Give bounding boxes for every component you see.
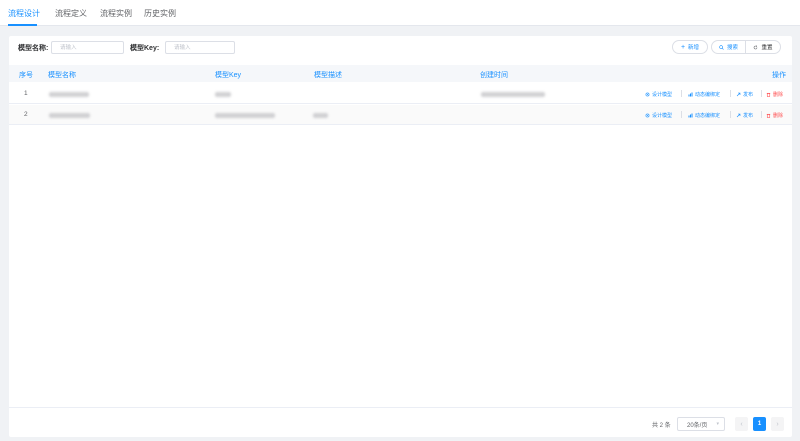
chevron-down-icon: ▾ [716,421,719,427]
publish-link[interactable]: 发布 [736,91,753,98]
redacted-model-name [49,113,90,118]
delete-link[interactable]: 删除 [766,112,783,119]
action-divider [730,111,731,118]
redacted-created-time [481,92,545,97]
bar-chart-icon [688,92,693,97]
action-divider [730,90,731,97]
redacted-model-key [215,113,275,118]
redacted-model-name [49,92,89,97]
action-divider [761,90,762,97]
action-divider [761,111,762,118]
column-header-model-name: 模型名称 [48,72,76,79]
model-name-label: 模型名称: [18,45,49,52]
pagination-total: 共 2 条 [652,423,671,429]
bar-chart-icon [688,113,693,118]
row-index: 1 [24,90,28,97]
tab-process-design[interactable]: 流程设计 [8,8,40,19]
footer-divider [9,407,792,408]
tab-process-instance[interactable]: 流程实例 [100,8,132,19]
plus-icon: + [680,43,686,51]
tab-bar: 流程设计 流程定义 流程实例 历史实例 [0,0,800,26]
next-page-button[interactable]: › [771,417,784,431]
column-header-model-description: 模型描述 [314,72,342,79]
model-key-label: 模型Key: [130,45,160,52]
add-button-label: 新增 [688,45,700,51]
search-button[interactable]: 搜索 [711,40,746,54]
page-size-select[interactable]: 20条/页 ▾ [677,417,725,431]
page-number-current[interactable]: 1 [753,417,766,431]
column-header-actions: 操作 [772,72,786,79]
active-tab-indicator [8,24,37,26]
redacted-model-key [215,92,231,97]
search-button-label: 搜索 [726,45,738,51]
refresh-icon [754,44,758,49]
redacted-model-description [313,113,328,118]
publish-label: 发布 [743,113,754,119]
design-model-label: 设计模型 [652,113,673,119]
publish-link[interactable]: 发布 [736,112,753,119]
dynamic-binding-label: 动态编绑定 [695,92,721,98]
share-icon [736,113,741,118]
gear-icon [645,92,650,97]
add-button[interactable]: + 新增 [672,40,708,54]
table-header: 序号 模型名称 模型Key 模型描述 创建时间 操作 [9,65,792,82]
share-icon [736,92,741,97]
table-row: 2 设计模型 动态编绑定 发布 删除 [9,105,792,125]
tab-process-definition[interactable]: 流程定义 [55,8,87,19]
model-name-input[interactable] [51,41,124,54]
design-model-label: 设计模型 [652,92,673,98]
action-divider [681,111,682,118]
tab-history-instance[interactable]: 历史实例 [144,8,176,19]
column-header-index: 序号 [19,72,33,79]
column-header-created-time: 创建时间 [480,72,508,79]
table-row: 1 设计模型 动态编绑定 发布 删除 [9,84,792,104]
dynamic-binding-link[interactable]: 动态编绑定 [688,112,720,119]
gear-icon [645,113,650,118]
design-model-link[interactable]: 设计模型 [645,91,672,98]
trash-icon [766,92,771,97]
reset-button[interactable]: 重置 [746,40,781,54]
dynamic-binding-label: 动态编绑定 [695,113,721,119]
column-header-model-key: 模型Key [215,72,242,79]
publish-label: 发布 [743,92,754,98]
delete-label: 删除 [773,113,784,119]
delete-label: 删除 [773,92,784,98]
reset-button-label: 重置 [761,45,773,51]
search-icon [719,44,724,50]
main-card: 模型名称: 模型Key: + 新增 搜索 重置 序号 模型名称 模型Key 模型… [9,36,792,437]
model-key-input[interactable] [165,41,235,54]
row-index: 2 [24,111,28,118]
page-size-value: 20条/页 [687,422,708,429]
delete-link[interactable]: 删除 [766,91,783,98]
design-model-link[interactable]: 设计模型 [645,112,672,119]
dynamic-binding-link[interactable]: 动态编绑定 [688,91,720,98]
trash-icon [766,113,771,118]
prev-page-button[interactable]: ‹ [735,417,748,431]
action-divider [681,90,682,97]
